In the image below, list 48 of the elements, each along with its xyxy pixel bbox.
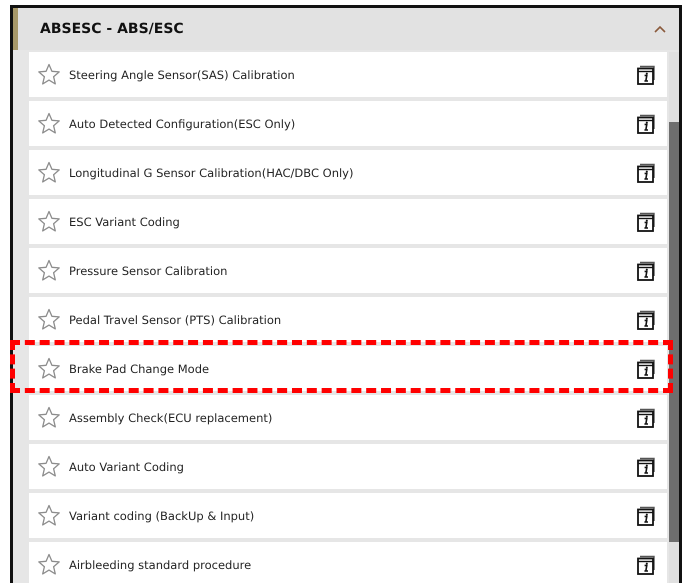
star-icon[interactable] [37,308,61,331]
info-icon[interactable] [637,260,656,280]
section-header[interactable]: ABSESC - ABS/ESC [13,8,679,50]
chevron-icon[interactable] [654,25,666,33]
item-label: ESC Variant Coding [69,214,181,228]
item-label: Brake Pad Change Mode [69,362,210,376]
item-label: Steering Angle Sensor(SAS) Calibration [69,68,296,82]
list-item[interactable]: Assembly Check(ECU replacement) [29,395,667,440]
item-label: Longitudinal G Sensor Calibration(HAC/DBC Only) [69,166,354,180]
list-item[interactable]: Pedal Travel Sensor (PTS) Calibration [29,297,667,342]
scrollbar-thumb[interactable] [669,122,679,542]
star-icon[interactable] [37,406,61,429]
star-icon[interactable] [37,357,61,380]
info-icon[interactable] [637,358,656,378]
item-label: Airbleeding standard procedure [69,558,252,572]
list-item[interactable]: Longitudinal G Sensor Calibration(HAC/DBC Only) [29,150,667,195]
info-icon[interactable] [637,408,656,428]
section-title: ABSESC - ABS/ESC [40,21,184,37]
item-label: Assembly Check(ECU replacement) [69,410,274,424]
item-label: Pressure Sensor Calibration [69,264,228,278]
star-icon[interactable] [37,259,61,282]
info-icon[interactable] [637,162,656,182]
info-icon[interactable] [637,456,656,476]
info-icon[interactable] [637,554,656,574]
list-item[interactable]: Airbleeding standard procedure [29,542,667,583]
list-item[interactable]: Variant coding (BackUp & Input) [29,493,667,538]
info-icon[interactable] [637,310,656,330]
star-icon[interactable] [37,112,61,135]
star-icon[interactable] [37,210,61,233]
star-icon[interactable] [37,161,61,184]
star-icon[interactable] [37,455,61,478]
item-label: Auto Variant Coding [69,460,185,474]
info-icon[interactable] [637,212,656,232]
list-item[interactable]: Steering Angle Sensor(SAS) Calibration [29,52,667,97]
item-label: Variant coding (BackUp & Input) [69,508,256,522]
list-item[interactable]: Auto Variant Coding [29,444,667,489]
info-icon[interactable] [637,506,656,526]
list-item[interactable]: Pressure Sensor Calibration [29,248,667,293]
list-item[interactable]: ESC Variant Coding [29,199,667,244]
item-label: Auto Detected Configuration(ESC Only) [69,116,296,130]
item-label: Pedal Travel Sensor (PTS) Calibration [69,312,282,326]
list-item[interactable]: Auto Detected Configuration(ESC Only) [29,101,667,146]
star-icon[interactable] [37,504,61,527]
star-icon[interactable] [37,63,61,86]
info-icon[interactable] [637,64,656,84]
list-item[interactable]: Brake Pad Change Mode [29,346,667,391]
star-icon[interactable] [37,553,61,576]
info-icon[interactable] [637,114,656,134]
